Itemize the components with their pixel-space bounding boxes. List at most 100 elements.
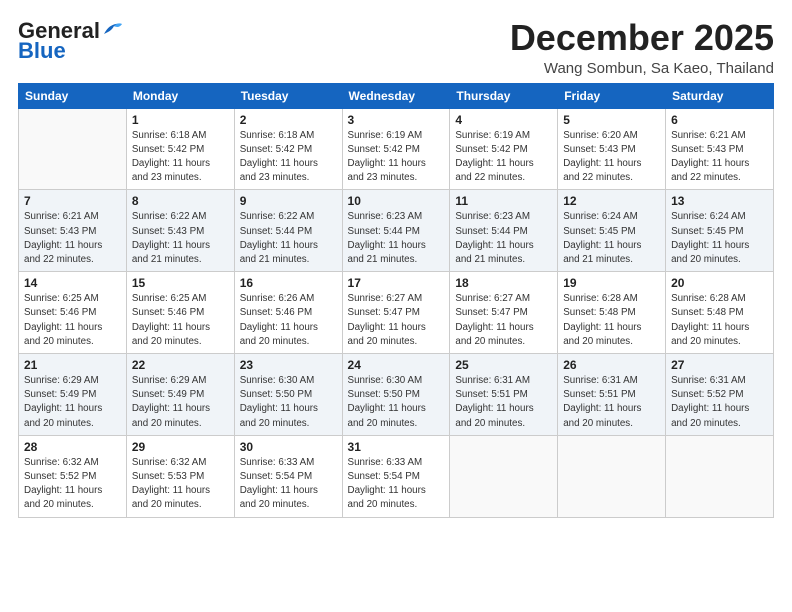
day-number: 21 (24, 358, 121, 372)
day-number: 31 (348, 440, 445, 454)
day-number: 25 (455, 358, 552, 372)
col-wednesday: Wednesday (342, 83, 450, 108)
calendar-week-row: 14 Sunrise: 6:25 AMSunset: 5:46 PMDayligh… (19, 272, 774, 354)
day-info: Sunrise: 6:19 AMSunset: 5:42 PMDaylight:… (455, 129, 552, 186)
table-row: 30Sunrise: 6:33 AMSunset: 5:54 PMDayligh… (234, 435, 342, 517)
day-info: Sunrise: 6:19 AMSunset: 5:42 PMDaylight:… (348, 129, 445, 186)
day-info: Sunrise: 6:27 AMSunset: 5:47 PMDaylight:… (455, 292, 552, 349)
table-row: 21 Sunrise: 6:29 AMSunset: 5:49 PMDayligh… (19, 354, 127, 436)
col-thursday: Thursday (450, 83, 558, 108)
table-row: 8 Sunrise: 6:22 AMSunset: 5:43 PMDaylight… (126, 190, 234, 272)
calendar-week-row: 21 Sunrise: 6:29 AMSunset: 5:49 PMDayligh… (19, 354, 774, 436)
table-row: 27Sunrise: 6:31 AMSunset: 5:52 PMDayligh… (666, 354, 774, 436)
day-info: Sunrise: 6:21 AMSunset: 5:43 PMDaylight:… (24, 210, 121, 267)
day-info: Sunrise: 6:27 AMSunset: 5:47 PMDaylight:… (348, 292, 445, 349)
day-info: Sunrise: 6:32 AMSunset: 5:52 PMDaylight:… (24, 456, 121, 513)
day-number: 26 (563, 358, 660, 372)
day-number: 11 (455, 194, 552, 208)
day-info: Sunrise: 6:24 AMSunset: 5:45 PMDaylight:… (671, 210, 768, 267)
table-row (19, 108, 127, 190)
table-row: 31 Sunrise: 6:33 AMSunset: 5:54 PMDayligh… (342, 435, 450, 517)
page: General Blue December 2025 Wang Sombun, … (0, 0, 792, 612)
table-row: 24 Sunrise: 6:30 AMSunset: 5:50 PMDayligh… (342, 354, 450, 436)
day-number: 1 (132, 113, 229, 127)
day-number: 16 (240, 276, 337, 290)
calendar-week-row: 7 Sunrise: 6:21 AMSunset: 5:43 PMDaylight… (19, 190, 774, 272)
day-info: Sunrise: 6:21 AMSunset: 5:43 PMDaylight:… (671, 129, 768, 186)
table-row (558, 435, 666, 517)
table-row: 17Sunrise: 6:27 AMSunset: 5:47 PMDayligh… (342, 272, 450, 354)
day-number: 3 (348, 113, 445, 127)
day-number: 9 (240, 194, 337, 208)
day-number: 22 (132, 358, 229, 372)
header: General Blue December 2025 Wang Sombun, … (18, 18, 774, 77)
day-info: Sunrise: 6:30 AMSunset: 5:50 PMDaylight:… (240, 374, 337, 431)
table-row: 10 Sunrise: 6:23 AMSunset: 5:44 PMDayligh… (342, 190, 450, 272)
table-row: 5 Sunrise: 6:20 AMSunset: 5:43 PMDaylight… (558, 108, 666, 190)
table-row: 28Sunrise: 6:32 AMSunset: 5:52 PMDayligh… (19, 435, 127, 517)
table-row: 4 Sunrise: 6:19 AMSunset: 5:42 PMDaylight… (450, 108, 558, 190)
day-info: Sunrise: 6:18 AMSunset: 5:42 PMDaylight:… (240, 129, 337, 186)
day-info: Sunrise: 6:22 AMSunset: 5:44 PMDaylight:… (240, 210, 337, 267)
table-row: 6Sunrise: 6:21 AMSunset: 5:43 PMDaylight… (666, 108, 774, 190)
day-info: Sunrise: 6:20 AMSunset: 5:43 PMDaylight:… (563, 129, 660, 186)
day-info: Sunrise: 6:32 AMSunset: 5:53 PMDaylight:… (132, 456, 229, 513)
day-number: 4 (455, 113, 552, 127)
day-number: 7 (24, 194, 121, 208)
day-number: 29 (132, 440, 229, 454)
table-row: 11 Sunrise: 6:23 AMSunset: 5:44 PMDayligh… (450, 190, 558, 272)
day-info: Sunrise: 6:30 AMSunset: 5:50 PMDaylight:… (348, 374, 445, 431)
table-row: 14Sunrise: 6:25 AMSunset: 5:46 PMDayligh… (19, 272, 127, 354)
table-row: 26 Sunrise: 6:31 AMSunset: 5:51 PMDayligh… (558, 354, 666, 436)
table-row: 22 Sunrise: 6:29 AMSunset: 5:49 PMDayligh… (126, 354, 234, 436)
day-info: Sunrise: 6:23 AMSunset: 5:44 PMDaylight:… (348, 210, 445, 267)
location-title: Wang Sombun, Sa Kaeo, Thailand (510, 60, 774, 77)
day-number: 8 (132, 194, 229, 208)
title-area: December 2025 Wang Sombun, Sa Kaeo, Thai… (510, 18, 774, 77)
day-number: 30 (240, 440, 337, 454)
col-tuesday: Tuesday (234, 83, 342, 108)
day-info: Sunrise: 6:24 AMSunset: 5:45 PMDaylight:… (563, 210, 660, 267)
day-number: 18 (455, 276, 552, 290)
day-number: 20 (671, 276, 768, 290)
day-info: Sunrise: 6:31 AMSunset: 5:51 PMDaylight:… (563, 374, 660, 431)
col-saturday: Saturday (666, 83, 774, 108)
day-info: Sunrise: 6:23 AMSunset: 5:44 PMDaylight:… (455, 210, 552, 267)
day-info: Sunrise: 6:29 AMSunset: 5:49 PMDaylight:… (24, 374, 121, 431)
day-info: Sunrise: 6:28 AMSunset: 5:48 PMDaylight:… (563, 292, 660, 349)
table-row (450, 435, 558, 517)
calendar-header-row: Sunday Monday Tuesday Wednesday Thursday… (19, 83, 774, 108)
table-row: 19Sunrise: 6:28 AMSunset: 5:48 PMDayligh… (558, 272, 666, 354)
day-number: 14 (24, 276, 121, 290)
day-number: 2 (240, 113, 337, 127)
month-title: December 2025 (510, 18, 774, 58)
day-info: Sunrise: 6:28 AMSunset: 5:48 PMDaylight:… (671, 292, 768, 349)
calendar-week-row: 28Sunrise: 6:32 AMSunset: 5:52 PMDayligh… (19, 435, 774, 517)
day-number: 15 (132, 276, 229, 290)
day-number: 10 (348, 194, 445, 208)
table-row: 13 Sunrise: 6:24 AMSunset: 5:45 PMDayligh… (666, 190, 774, 272)
day-number: 13 (671, 194, 768, 208)
day-info: Sunrise: 6:31 AMSunset: 5:51 PMDaylight:… (455, 374, 552, 431)
day-info: Sunrise: 6:22 AMSunset: 5:43 PMDaylight:… (132, 210, 229, 267)
day-info: Sunrise: 6:31 AMSunset: 5:52 PMDaylight:… (671, 374, 768, 431)
table-row: 3 Sunrise: 6:19 AMSunset: 5:42 PMDaylight… (342, 108, 450, 190)
day-number: 24 (348, 358, 445, 372)
table-row: 12 Sunrise: 6:24 AMSunset: 5:45 PMDayligh… (558, 190, 666, 272)
table-row: 25 Sunrise: 6:31 AMSunset: 5:51 PMDayligh… (450, 354, 558, 436)
calendar-table: Sunday Monday Tuesday Wednesday Thursday… (18, 83, 774, 518)
day-info: Sunrise: 6:33 AMSunset: 5:54 PMDaylight:… (348, 456, 445, 513)
table-row: 1 Sunrise: 6:18 AMSunset: 5:42 PMDaylight… (126, 108, 234, 190)
table-row: 29 Sunrise: 6:32 AMSunset: 5:53 PMDayligh… (126, 435, 234, 517)
calendar-week-row: 1 Sunrise: 6:18 AMSunset: 5:42 PMDaylight… (19, 108, 774, 190)
day-number: 5 (563, 113, 660, 127)
day-info: Sunrise: 6:18 AMSunset: 5:42 PMDaylight:… (132, 129, 229, 186)
day-info: Sunrise: 6:29 AMSunset: 5:49 PMDaylight:… (132, 374, 229, 431)
logo-blue: Blue (18, 38, 66, 64)
table-row: 20 Sunrise: 6:28 AMSunset: 5:48 PMDayligh… (666, 272, 774, 354)
day-info: Sunrise: 6:26 AMSunset: 5:46 PMDaylight:… (240, 292, 337, 349)
day-info: Sunrise: 6:25 AMSunset: 5:46 PMDaylight:… (132, 292, 229, 349)
table-row: 23Sunrise: 6:30 AMSunset: 5:50 PMDayligh… (234, 354, 342, 436)
day-number: 12 (563, 194, 660, 208)
table-row: 15 Sunrise: 6:25 AMSunset: 5:46 PMDayligh… (126, 272, 234, 354)
